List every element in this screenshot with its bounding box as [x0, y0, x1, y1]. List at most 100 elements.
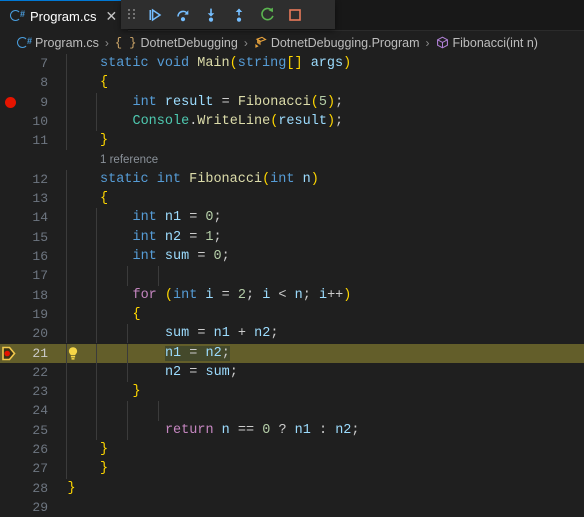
code-line[interactable]: 20 sum = n1 + n2;: [0, 324, 584, 344]
indent-guide: [66, 227, 67, 247]
code-line[interactable]: 9 int result = Fibonacci(5);: [0, 92, 584, 112]
code-line[interactable]: 19 {: [0, 304, 584, 325]
line-number: 27: [32, 461, 48, 477]
indent-guide: [158, 401, 159, 421]
code-text: Console.WriteLine(result);: [132, 113, 344, 129]
indent-guide: [96, 92, 97, 112]
indent-guide: [96, 324, 97, 344]
code-line[interactable]: 26}: [0, 440, 584, 460]
code-line[interactable]: 8{: [0, 73, 584, 93]
code-line[interactable]: 23}: [0, 382, 584, 402]
breadcrumb-item-file[interactable]: # Program.cs: [16, 36, 100, 50]
indent-guide: [96, 111, 97, 132]
namespace-braces-icon: { }: [114, 35, 137, 50]
line-number: 29: [32, 499, 48, 515]
code-line[interactable]: 14 int n1 = 0;: [0, 208, 584, 228]
indent-guide: [127, 343, 128, 363]
indent-guide: [127, 401, 128, 421]
line-number: 26: [32, 442, 48, 457]
debug-restart-button[interactable]: [253, 0, 281, 29]
indent-guide: [66, 440, 67, 460]
code-text: int sum = 0;: [132, 249, 230, 264]
indent-guide: [127, 362, 128, 383]
indent-guide: [66, 362, 67, 383]
code-text: int n1 = 0;: [132, 210, 222, 226]
code-line[interactable]: 21 n1 = n2;: [0, 343, 584, 363]
indent-guide: [96, 362, 97, 383]
line-number: 23: [32, 384, 48, 400]
code-line[interactable]: 27}: [0, 459, 584, 479]
code-text: int n2 = 1;: [132, 229, 222, 245]
drag-handle-icon[interactable]: [121, 0, 141, 29]
code-text: {: [100, 75, 109, 91]
code-action-lightbulb-icon[interactable]: [66, 346, 80, 361]
method-cube-icon: [436, 36, 449, 49]
indent-guide: [66, 73, 67, 93]
code-line[interactable]: 10 Console.WriteLine(result);: [0, 111, 584, 132]
breadcrumb-item-class[interactable]: DotnetDebugging.Program: [253, 36, 421, 50]
breadcrumb-separator: ›: [243, 35, 248, 50]
tab-program-cs[interactable]: # Program.cs ✕: [0, 0, 129, 31]
debug-stop-button[interactable]: [281, 0, 309, 29]
indent-guide: [66, 285, 67, 305]
class-icon: [254, 36, 267, 49]
indent-guide: [66, 304, 67, 325]
line-number: 11: [32, 133, 48, 149]
code-line[interactable]: 11}: [0, 131, 584, 151]
line-number: 17: [32, 268, 48, 284]
play-icon: [149, 8, 162, 21]
code-line[interactable]: 13 {: [0, 189, 584, 209]
code-text: sum = n1 + n2;: [164, 326, 279, 342]
close-icon[interactable]: ✕: [102, 8, 120, 24]
debug-toolbar: [121, 0, 335, 29]
indent-guide: [96, 420, 97, 440]
indent-guide: [127, 324, 128, 344]
line-number: 19: [32, 306, 48, 322]
indent-guide: [66, 54, 67, 74]
line-number: 20: [32, 326, 48, 342]
code-line[interactable]: 15 int n2 = 1;: [0, 227, 584, 247]
debug-step-out-button[interactable]: [225, 0, 253, 29]
indent-guide: [66, 420, 67, 440]
line-number: 22: [32, 364, 48, 380]
code-line[interactable]: 7 static void Main(string[] args): [0, 54, 584, 74]
indent-guide: [96, 285, 97, 305]
indent-guide: [66, 131, 67, 151]
code-line[interactable]: 25 return n == 0 ? n1 : n2;: [0, 420, 584, 440]
indent-guide: [158, 266, 159, 286]
code-line[interactable]: 24: [0, 401, 584, 421]
codelens-reference-link[interactable]: 1 reference: [100, 151, 158, 170]
debug-continue-button[interactable]: [141, 0, 169, 29]
code-line[interactable]: 28}: [0, 479, 584, 498]
indent-guide: [66, 111, 67, 132]
code-text: }: [100, 133, 109, 149]
code-text: static void Main(string[] args): [100, 56, 352, 71]
code-line[interactable]: 12 static int Fibonacci(int n): [0, 169, 584, 190]
line-number: 9: [40, 94, 48, 110]
csharp-file-icon: #: [10, 9, 25, 23]
code-text: int result = Fibonacci(5);: [132, 94, 344, 110]
breadcrumb-item-method[interactable]: Fibonacci(int n): [435, 36, 539, 50]
indent-guide: [96, 266, 97, 286]
line-number: 15: [32, 229, 48, 245]
code-line[interactable]: 29: [0, 498, 584, 517]
step-over-arc-icon: [177, 9, 189, 21]
code-editor[interactable]: 7 static void Main(string[] args) 8{9 int r…: [0, 54, 584, 517]
code-line[interactable]: 18 for (int i = 2; i < n; i++): [0, 285, 584, 305]
line-number: 25: [32, 422, 48, 438]
debug-step-into-button[interactable]: [197, 0, 225, 29]
indent-guide: [96, 401, 97, 421]
indent-guide: [66, 459, 67, 479]
line-number: 7: [40, 56, 48, 71]
indent-guide: [96, 382, 97, 402]
line-number: 10: [32, 113, 48, 129]
code-text: }: [67, 480, 76, 496]
indent-guide: [66, 189, 67, 209]
code-line[interactable]: 17: [0, 266, 584, 286]
code-line[interactable]: 16 int sum = 0;: [0, 247, 584, 267]
code-text: return n == 0 ? n1 : n2;: [164, 422, 360, 438]
restart-circular-arrow-icon: [260, 7, 274, 21]
breadcrumb-item-namespace[interactable]: { } DotnetDebugging: [114, 36, 239, 50]
code-line[interactable]: 22 n2 = sum;: [0, 362, 584, 383]
debug-step-over-button[interactable]: [169, 0, 197, 29]
